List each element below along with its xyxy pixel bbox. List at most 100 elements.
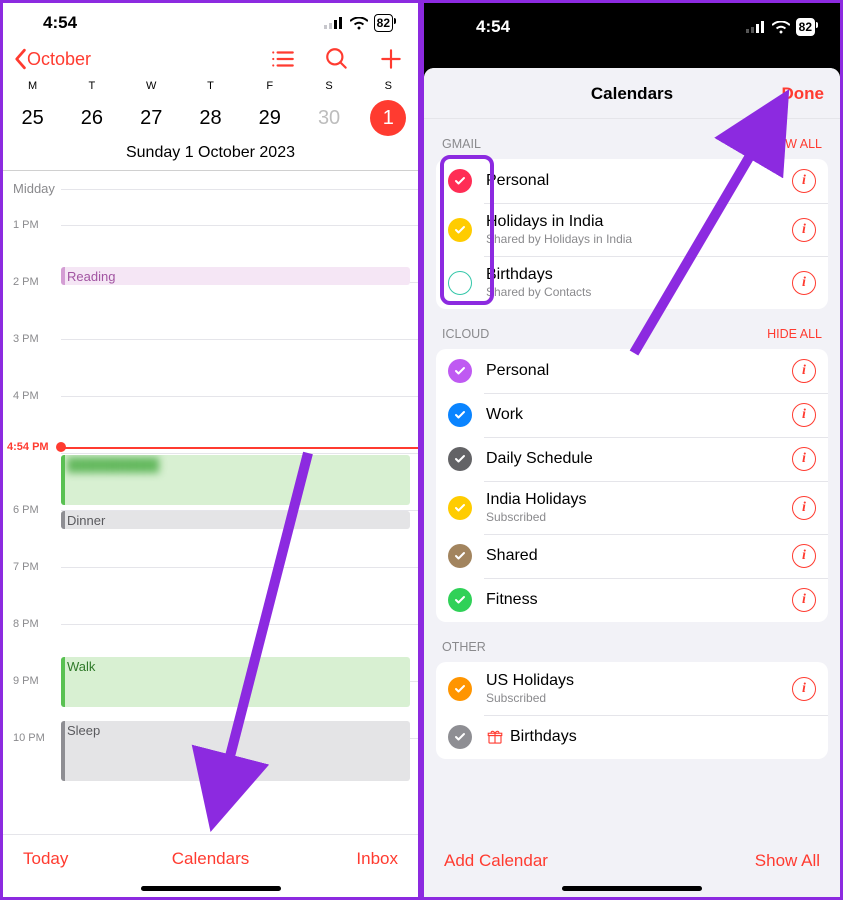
info-icon[interactable]: i	[792, 359, 816, 383]
hour-label: 10 PM	[13, 732, 45, 744]
check-icon[interactable]	[448, 677, 472, 701]
now-dot	[56, 442, 66, 452]
event-sleep[interactable]: Sleep	[61, 721, 410, 781]
check-icon[interactable]	[448, 588, 472, 612]
calendar-row[interactable]: Birthdays	[436, 715, 828, 759]
date-cell[interactable]: 27	[122, 100, 181, 136]
info-icon[interactable]: i	[792, 588, 816, 612]
status-time: 4:54	[43, 13, 77, 33]
home-indicator[interactable]	[562, 886, 702, 891]
cellular-icon	[324, 17, 344, 29]
event-blurred[interactable]: ██████████	[61, 455, 410, 505]
check-icon[interactable]	[448, 359, 472, 383]
calendar-row[interactable]: Worki	[436, 393, 828, 437]
check-icon[interactable]	[448, 169, 472, 193]
status-time: 4:54	[476, 17, 510, 37]
section-header-gmail: GMAIL SHOW ALL	[424, 119, 840, 159]
check-icon[interactable]	[448, 218, 472, 242]
battery-icon: 82	[374, 14, 393, 32]
calendar-row[interactable]: India HolidaysSubscribedi	[436, 481, 828, 534]
check-icon[interactable]	[448, 544, 472, 568]
weekday-row: M T W T F S S	[3, 78, 418, 96]
search-icon[interactable]	[324, 46, 350, 72]
status-indicators: 82	[324, 14, 393, 32]
date-cell[interactable]: 28	[181, 100, 240, 136]
info-icon[interactable]: i	[792, 447, 816, 471]
calendar-header: October	[3, 38, 418, 78]
hour-label: 4 PM	[13, 390, 39, 402]
date-cell-selected[interactable]: 1	[359, 100, 418, 136]
hour-label: 6 PM	[13, 504, 39, 516]
show-all-button[interactable]: Show All	[755, 851, 820, 871]
hour-label: 7 PM	[13, 561, 39, 573]
calendar-row[interactable]: Sharedi	[436, 534, 828, 578]
date-cell[interactable]: 30	[299, 100, 358, 136]
info-icon[interactable]: i	[792, 496, 816, 520]
status-indicators: 82	[746, 18, 815, 36]
calendar-group-icloud: Personali Worki Daily Schedulei India Ho…	[436, 349, 828, 622]
calendar-group-gmail: Personal i Holidays in IndiaShared by Ho…	[436, 159, 828, 309]
info-icon[interactable]: i	[792, 218, 816, 242]
wifi-icon	[350, 17, 368, 30]
calendar-row[interactable]: BirthdaysShared by Contacts i	[436, 256, 828, 309]
calendar-row[interactable]: US HolidaysSubscribedi	[436, 662, 828, 715]
inbox-button[interactable]: Inbox	[356, 849, 398, 869]
hour-label: 2 PM	[13, 276, 39, 288]
check-icon[interactable]	[448, 403, 472, 427]
calendar-group-other: US HolidaysSubscribedi Birthdays	[436, 662, 828, 759]
date-cell[interactable]: 25	[3, 100, 62, 136]
add-icon[interactable]	[378, 46, 404, 72]
calendar-row[interactable]: Daily Schedulei	[436, 437, 828, 481]
battery-icon: 82	[796, 18, 815, 36]
event-reading[interactable]: Reading	[61, 267, 410, 285]
check-icon[interactable]	[448, 447, 472, 471]
date-cell[interactable]: 29	[240, 100, 299, 136]
agenda-area[interactable]: Midday 1 PM 2 PM 3 PM 4 PM 6 PM 7 PM 8 P…	[3, 171, 418, 791]
show-all-link[interactable]: SHOW ALL	[758, 137, 822, 151]
status-bar: 4:54 82	[424, 3, 840, 42]
gift-icon	[486, 728, 504, 746]
chevron-left-icon	[13, 48, 27, 70]
home-indicator[interactable]	[141, 886, 281, 891]
status-bar: 4:54 82	[3, 3, 418, 38]
info-icon[interactable]: i	[792, 544, 816, 568]
calendars-modal-view: 4:54 82 Calendars Done GMAIL SHOW ALL	[421, 0, 843, 900]
date-row: 25 26 27 28 29 30 1	[3, 96, 418, 144]
calendar-row[interactable]: Personali	[436, 349, 828, 393]
sheet-title: Calendars	[591, 84, 673, 103]
section-header-icloud: ICLOUD HIDE ALL	[424, 309, 840, 349]
done-button[interactable]: Done	[782, 84, 825, 104]
info-icon[interactable]: i	[792, 271, 816, 295]
now-indicator	[61, 447, 418, 449]
now-time-label: 4:54 PM	[7, 441, 49, 453]
event-walk[interactable]: Walk	[61, 657, 410, 707]
sheet-header: Calendars Done	[424, 68, 840, 119]
selected-date-label: Sunday 1 October 2023	[3, 144, 418, 170]
add-calendar-button[interactable]: Add Calendar	[444, 851, 548, 871]
list-icon[interactable]	[270, 46, 296, 72]
info-icon[interactable]: i	[792, 677, 816, 701]
hide-all-link[interactable]: HIDE ALL	[767, 327, 822, 341]
event-dinner[interactable]: Dinner	[61, 511, 410, 529]
check-icon[interactable]	[448, 725, 472, 749]
calendars-button[interactable]: Calendars	[172, 849, 250, 869]
cellular-icon	[746, 21, 766, 33]
calendar-row[interactable]: Personal i	[436, 159, 828, 203]
hour-label: 3 PM	[13, 333, 39, 345]
hour-label: 9 PM	[13, 675, 39, 687]
midday-label: Midday	[13, 181, 55, 196]
wifi-icon	[772, 21, 790, 34]
check-icon[interactable]	[448, 496, 472, 520]
date-cell[interactable]: 26	[62, 100, 121, 136]
info-icon[interactable]: i	[792, 403, 816, 427]
hour-label: 8 PM	[13, 618, 39, 630]
info-icon[interactable]: i	[792, 169, 816, 193]
hour-label: 1 PM	[13, 219, 39, 231]
section-header-other: OTHER	[424, 622, 840, 662]
check-icon[interactable]	[448, 271, 472, 295]
calendar-row[interactable]: Holidays in IndiaShared by Holidays in I…	[436, 203, 828, 256]
today-button[interactable]: Today	[23, 849, 68, 869]
calendar-row[interactable]: Fitnessi	[436, 578, 828, 622]
back-button[interactable]: October	[13, 48, 91, 70]
calendar-day-view: 4:54 82 October M T W T F S S 25 26	[0, 0, 421, 900]
